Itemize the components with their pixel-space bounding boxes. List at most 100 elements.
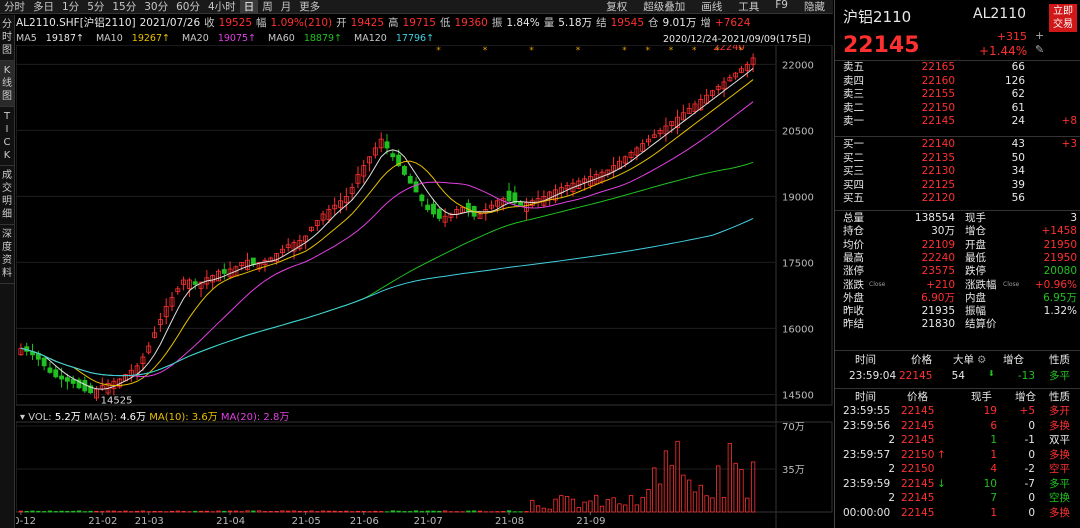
y-tick-label: 22000 xyxy=(782,60,814,71)
volume-bar xyxy=(134,510,140,513)
vol-tick-label: 70万 xyxy=(782,422,805,433)
volume-bar xyxy=(169,510,175,513)
tool-3[interactable]: 工具 xyxy=(730,0,767,14)
tool-5[interactable]: 隐藏 xyxy=(796,0,833,14)
nav-2[interactable]: TICK xyxy=(0,107,14,166)
stat-value: 23575 xyxy=(921,265,955,278)
ask-price: 22165 xyxy=(921,61,955,73)
trade-now-button[interactable]: 立即 交易 xyxy=(1049,4,1077,32)
bid-volume: 34 xyxy=(1011,165,1025,178)
volume-bar xyxy=(553,498,558,513)
stat-row: 总量 138554 现手 3 xyxy=(835,212,1080,225)
stat-label: 最高 xyxy=(843,251,864,264)
stat-value: 20080 xyxy=(1043,265,1077,278)
tool-2[interactable]: 画线 xyxy=(693,0,730,14)
stat-value: +1458 xyxy=(1041,225,1077,238)
timeframe-11[interactable]: 更多 xyxy=(295,0,324,14)
volume-bar xyxy=(466,510,471,513)
stat-label: 最低 xyxy=(965,251,986,264)
nav-3[interactable]: 成交明细 xyxy=(0,166,14,225)
nav-char: 度 xyxy=(2,242,12,253)
timeframe-10[interactable]: 月 xyxy=(277,0,296,14)
contract-name: 沪铝2110 xyxy=(843,8,912,26)
nav-char: 料 xyxy=(2,268,12,279)
ask-volume: 126 xyxy=(1004,74,1025,87)
timeframe-2[interactable]: 1分 xyxy=(58,0,83,14)
ma-legend: MA5 19187↑ MA10 19267↑ MA20 19075↑ MA60 … xyxy=(16,31,833,46)
timeframe-7[interactable]: 4小时 xyxy=(204,0,240,14)
timeframe-8[interactable]: 日 xyxy=(239,0,259,14)
stat-label: 昨收 xyxy=(843,305,864,318)
volume-bar xyxy=(36,510,41,513)
edit-icon[interactable]: ✎ xyxy=(1035,43,1047,56)
nav-4[interactable]: 深度资料 xyxy=(0,225,14,284)
ask-price: 22150 xyxy=(921,101,955,114)
nav-char: 时 xyxy=(2,32,12,43)
tick-volume: 10 xyxy=(983,477,997,490)
ask-label: 卖四 xyxy=(843,74,864,87)
volume-frame xyxy=(15,421,833,513)
tick-row: 23:59:56 22145 6 0 多换 xyxy=(835,420,1080,433)
tick-volume: 19 xyxy=(983,405,997,417)
timeframe-3[interactable]: 5分 xyxy=(83,0,108,14)
stat-label: 外盘 xyxy=(843,291,864,304)
candle-body xyxy=(390,153,396,158)
candle-body xyxy=(518,201,524,206)
tool-1[interactable]: 超级叠加 xyxy=(635,0,693,14)
nav-0[interactable]: 分时图 xyxy=(0,15,14,61)
volume-bar xyxy=(710,497,715,513)
kline-chart[interactable]: 22000 20500 19000 17500 16000 14500 22240 14525… xyxy=(7,42,833,528)
bid-price: 22130 xyxy=(921,165,955,178)
volume-bar xyxy=(47,510,53,513)
nav-1[interactable]: K线图 xyxy=(0,61,14,107)
timeframe-9[interactable]: 周 xyxy=(258,0,277,14)
vol-legend-part: MA(5): xyxy=(84,412,120,423)
ask-change: +8 xyxy=(1061,115,1077,128)
stat-row: 昨结 21830 结算价 xyxy=(835,318,1080,331)
x-tick-label: 21-06 xyxy=(350,516,379,527)
x-tick-label: 21-02 xyxy=(88,516,117,527)
open-label: 开 xyxy=(336,17,347,29)
tool-4[interactable]: F9 xyxy=(767,0,796,14)
tick-time: 23:59:04 xyxy=(849,370,897,382)
tick-time: 2 xyxy=(888,434,895,446)
stat-row: 持仓 30万 增仓 +1458 xyxy=(835,225,1080,238)
ma5-legend: MA5 19187↑ xyxy=(16,33,90,44)
add-icon[interactable]: + xyxy=(1035,29,1047,42)
tick-time: 23:59:56 xyxy=(843,419,891,432)
oi-label: 仓 xyxy=(648,17,659,29)
stat-label: 昨结 xyxy=(843,318,864,331)
tool-0[interactable]: 复权 xyxy=(598,0,635,14)
col-header: 性质 xyxy=(1049,354,1070,366)
date-range[interactable]: 2020/12/24-2021/09/09(175日) xyxy=(663,31,811,45)
ask-row: 卖四 22160 126 xyxy=(835,75,1080,88)
tick-big: 54 xyxy=(951,370,965,382)
stat-label: 开盘 xyxy=(965,238,986,251)
tick-incr: 0 xyxy=(1028,506,1035,519)
volume-bar xyxy=(390,510,395,513)
volume-bar xyxy=(617,503,622,513)
event-markers: * * * * * * * * * * xyxy=(436,46,743,56)
timeframe-1[interactable]: 多日 xyxy=(29,0,58,14)
volume-bar xyxy=(65,510,70,513)
close-label: 收 xyxy=(204,17,215,29)
volume-bar xyxy=(506,510,512,513)
stat-row: 最高 22240 最低 21950 xyxy=(835,252,1080,265)
ma20-value: 19075↑ xyxy=(217,32,256,44)
event-star-icon: * xyxy=(669,46,674,56)
settings-icon[interactable]: ⚙ xyxy=(977,354,986,367)
timeframe-6[interactable]: 60分 xyxy=(172,0,204,14)
ma10-legend: MA10 19267↑ xyxy=(96,33,176,44)
ma60-label: MA60 xyxy=(268,32,295,44)
tick-time: 23:59:59 xyxy=(843,477,891,490)
timeframe-0[interactable]: 分时 xyxy=(0,0,29,14)
bid-price: 22135 xyxy=(921,151,955,164)
timeframe-4[interactable]: 15分 xyxy=(108,0,140,14)
timeframe-5[interactable]: 30分 xyxy=(140,0,172,14)
kline-svg[interactable]: 2200020500190001750016000145002224014525… xyxy=(7,42,833,528)
vol-legend-part: 4.6万 xyxy=(120,412,149,423)
tick-incr: -2 xyxy=(1024,463,1035,475)
sep xyxy=(835,210,1080,211)
tick-volume: 1 xyxy=(990,506,997,519)
volume-bar xyxy=(198,510,204,513)
